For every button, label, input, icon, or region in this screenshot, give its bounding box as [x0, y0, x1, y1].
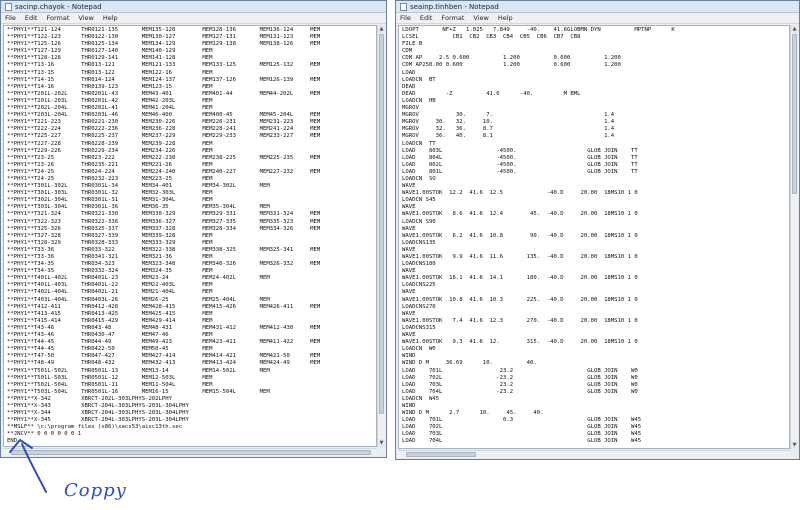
menu-view[interactable]: View — [473, 14, 488, 22]
menu-bar: File Edit Format View Help — [396, 13, 799, 24]
scroll-down-arrow-icon[interactable]: ▼ — [791, 441, 798, 449]
handwritten-annotation: Coppy — [64, 480, 127, 501]
vertical-scrollbar[interactable]: ▲ ▼ — [377, 25, 385, 447]
editor-content[interactable]: **PHY1**T121-124 THR0121-135 MEM135-128 … — [4, 26, 376, 446]
scroll-up-arrow-icon[interactable]: ▲ — [791, 25, 798, 33]
text-editor[interactable]: **PHY1**T121-124 THR0121-135 MEM135-128 … — [3, 25, 377, 447]
title-bar[interactable]: sacinp.chayok - Notepad — [1, 1, 386, 13]
scroll-thumb[interactable] — [792, 34, 797, 194]
menu-file[interactable]: File — [400, 14, 411, 22]
window-title: sacinp.chayok - Notepad — [15, 2, 102, 11]
menu-help[interactable]: Help — [498, 14, 513, 22]
scroll-thumb[interactable] — [406, 452, 476, 457]
editor-content[interactable]: LDOPT NF+Z 1.025 7.849 -40. 41.6GLOBMN D… — [399, 26, 789, 447]
menu-format[interactable]: Format — [441, 14, 464, 22]
vertical-scrollbar[interactable]: ▲ ▼ — [790, 25, 798, 449]
text-editor[interactable]: LDOPT NF+Z 1.025 7.849 -40. 41.6GLOBMN D… — [398, 25, 790, 449]
menu-format[interactable]: Format — [46, 14, 69, 22]
scroll-thumb[interactable] — [379, 34, 384, 414]
notepad-icon — [5, 2, 12, 11]
menu-view[interactable]: View — [78, 14, 93, 22]
notepad-window-left[interactable]: sacinp.chayok - Notepad File Edit Format… — [0, 0, 387, 458]
scroll-down-arrow-icon[interactable]: ▼ — [378, 439, 385, 447]
title-bar[interactable]: seainp.tinhben - Notepad — [396, 1, 799, 13]
horizontal-scrollbar[interactable] — [398, 450, 790, 458]
notepad-window-right[interactable]: seainp.tinhben - Notepad File Edit Forma… — [395, 0, 800, 460]
notepad-icon — [400, 2, 407, 11]
window-title: seainp.tinhben - Notepad — [410, 2, 499, 11]
menu-edit[interactable]: Edit — [25, 14, 38, 22]
menu-help[interactable]: Help — [103, 14, 118, 22]
menu-edit[interactable]: Edit — [420, 14, 433, 22]
menu-file[interactable]: File — [5, 14, 16, 22]
menu-bar: File Edit Format View Help — [1, 13, 386, 24]
scroll-up-arrow-icon[interactable]: ▲ — [378, 25, 385, 33]
